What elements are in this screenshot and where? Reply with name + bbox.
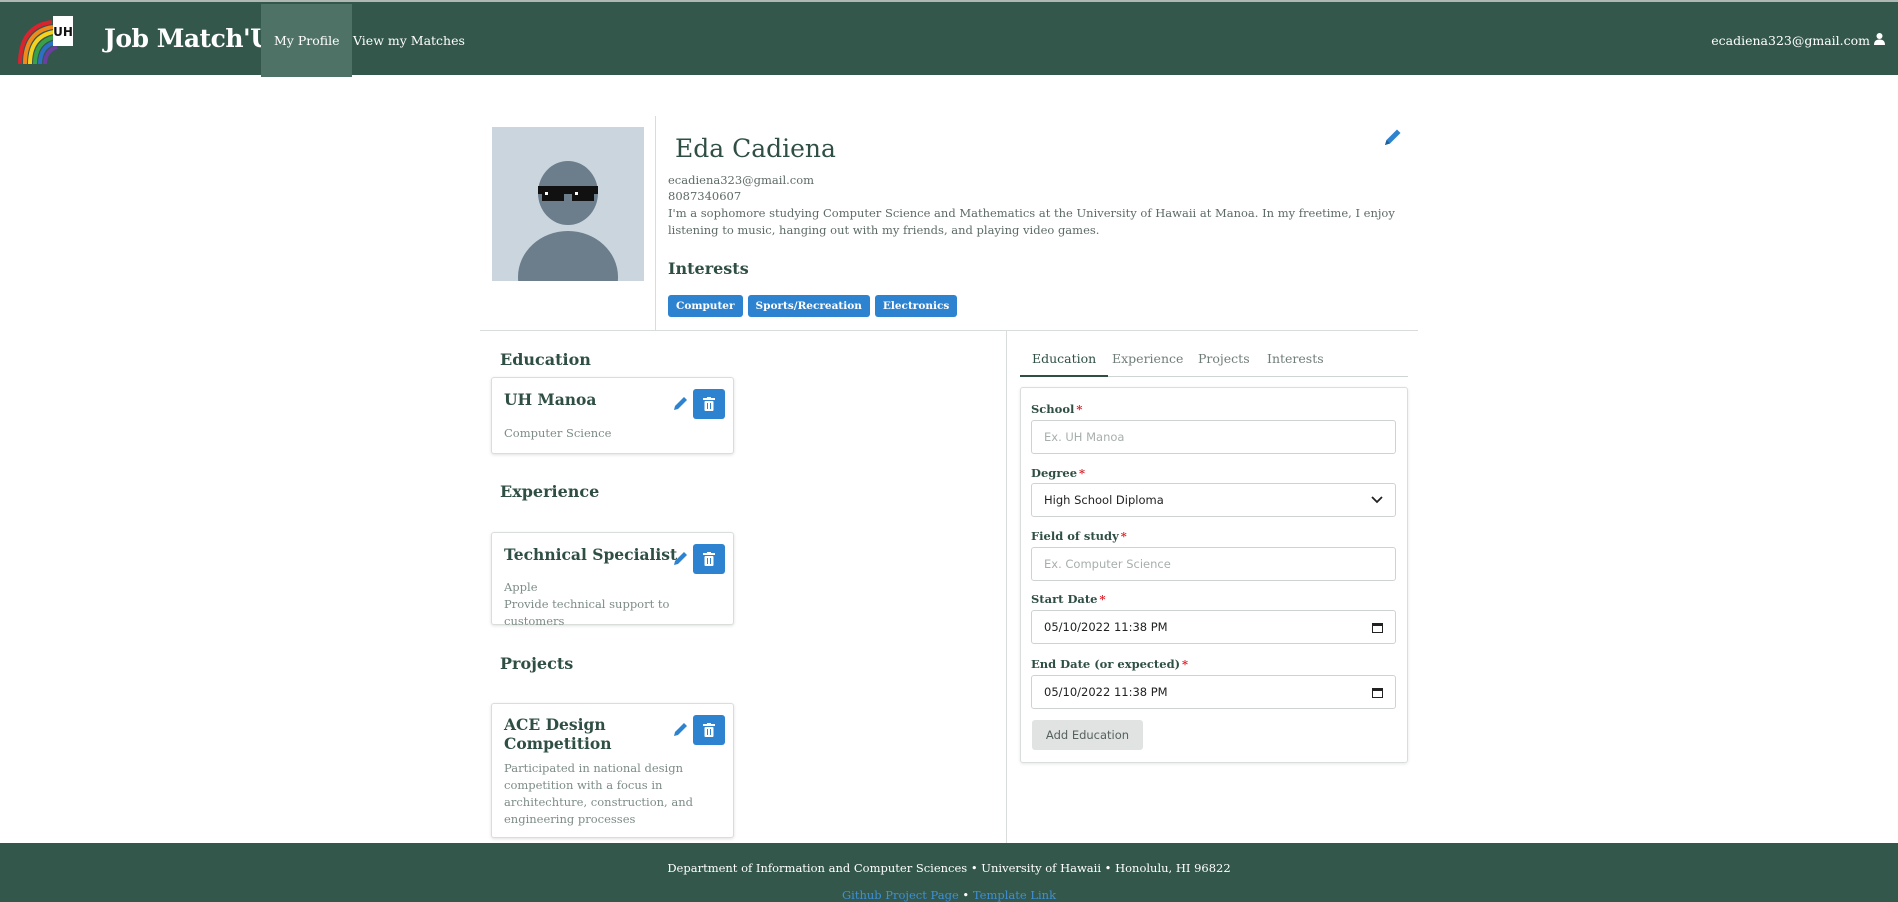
- profile-email: ecadiena323@gmail.com: [668, 173, 815, 187]
- card-description: Participated in national design competit…: [504, 761, 693, 826]
- add-education-button[interactable]: Add Education: [1032, 720, 1143, 750]
- tab-projects[interactable]: Projects: [1186, 344, 1262, 377]
- top-navbar: UH Job Match'UH My Profile View my Match…: [0, 0, 1898, 77]
- profile-vertical-divider: [655, 116, 656, 330]
- interest-tags: Computer Sports/Recreation Electronics: [668, 295, 958, 317]
- project-card: ACE Design Competition Participated in n…: [491, 703, 734, 838]
- uh-rainbow-logo[interactable]: UH: [16, 14, 74, 66]
- form-tabs: Education Experience Projects Interests: [1020, 344, 1408, 377]
- nav-view-matches[interactable]: View my Matches: [340, 4, 478, 77]
- interest-tag[interactable]: Electronics: [874, 295, 958, 317]
- pencil-icon[interactable]: [1382, 126, 1404, 148]
- footer-links: Github Project Page • Template Link: [0, 888, 1898, 902]
- profile-avatar: [492, 127, 644, 281]
- card-subtitle: Apple: [504, 580, 538, 594]
- github-project-link[interactable]: Github Project Page: [842, 888, 959, 902]
- chevron-down-icon: [1371, 496, 1383, 504]
- end-date-input[interactable]: 05/10/2022 11:38 PM: [1031, 675, 1396, 709]
- interest-tag[interactable]: Computer: [668, 295, 743, 317]
- pencil-icon[interactable]: [672, 549, 690, 567]
- trash-icon[interactable]: [693, 544, 725, 574]
- projects-heading: Projects: [500, 654, 574, 673]
- field-of-study-input[interactable]: Ex. Computer Science: [1031, 547, 1396, 581]
- profile-horizontal-divider: [480, 330, 1418, 331]
- trash-icon[interactable]: [693, 389, 725, 419]
- pencil-icon[interactable]: [672, 720, 690, 738]
- degree-select[interactable]: High School Diploma: [1031, 483, 1396, 517]
- card-title: ACE Design Competition: [504, 715, 612, 753]
- degree-label: Degree *: [1031, 466, 1086, 480]
- end-date-label: End Date (or expected) *: [1031, 657, 1189, 671]
- tab-experience[interactable]: Experience: [1100, 344, 1195, 377]
- school-input[interactable]: Ex. UH Manoa: [1031, 420, 1396, 454]
- user-icon: [1873, 4, 1886, 77]
- logo-text: UH: [53, 25, 73, 39]
- profile-phone: 8087340607: [668, 189, 742, 203]
- education-card: UH Manoa Computer Science: [491, 377, 734, 454]
- footer: Department of Information and Computer S…: [0, 843, 1898, 902]
- card-description: Provide technical support to customers: [504, 597, 670, 628]
- experience-card: Technical Specialist Apple Provide techn…: [491, 532, 734, 628]
- trash-icon[interactable]: [693, 715, 725, 745]
- card-title: UH Manoa: [504, 390, 597, 409]
- tab-education[interactable]: Education: [1020, 344, 1109, 377]
- card-title: Technical Specialist: [504, 545, 678, 564]
- pencil-icon[interactable]: [672, 394, 690, 412]
- tab-interests[interactable]: Interests: [1255, 344, 1336, 377]
- nav-user-email: ecadiena323@gmail.com: [1711, 33, 1870, 48]
- calendar-icon[interactable]: [1372, 687, 1383, 698]
- nav-my-profile[interactable]: My Profile: [261, 4, 353, 77]
- footer-separator: •: [958, 888, 973, 902]
- field-of-study-label: Field of study *: [1031, 529, 1127, 543]
- column-divider: [1006, 331, 1007, 843]
- experience-heading: Experience: [500, 482, 600, 501]
- education-heading: Education: [500, 350, 591, 369]
- template-link[interactable]: Template Link: [973, 888, 1056, 902]
- interest-tag[interactable]: Sports/Recreation: [747, 295, 870, 317]
- start-date-label: Start Date *: [1031, 592, 1106, 606]
- interests-heading: Interests: [668, 259, 749, 278]
- start-date-input[interactable]: 05/10/2022 11:38 PM: [1031, 610, 1396, 644]
- profile-bio: I'm a sophomore studying Computer Scienc…: [668, 206, 1395, 237]
- calendar-icon[interactable]: [1372, 622, 1383, 633]
- school-label: School *: [1031, 402, 1083, 416]
- profile-name: Eda Cadiena: [675, 134, 836, 163]
- card-subtitle: Computer Science: [504, 426, 612, 440]
- footer-address: Department of Information and Computer S…: [667, 861, 1231, 875]
- nav-user-menu[interactable]: ecadiena323@gmail.com: [1711, 4, 1886, 77]
